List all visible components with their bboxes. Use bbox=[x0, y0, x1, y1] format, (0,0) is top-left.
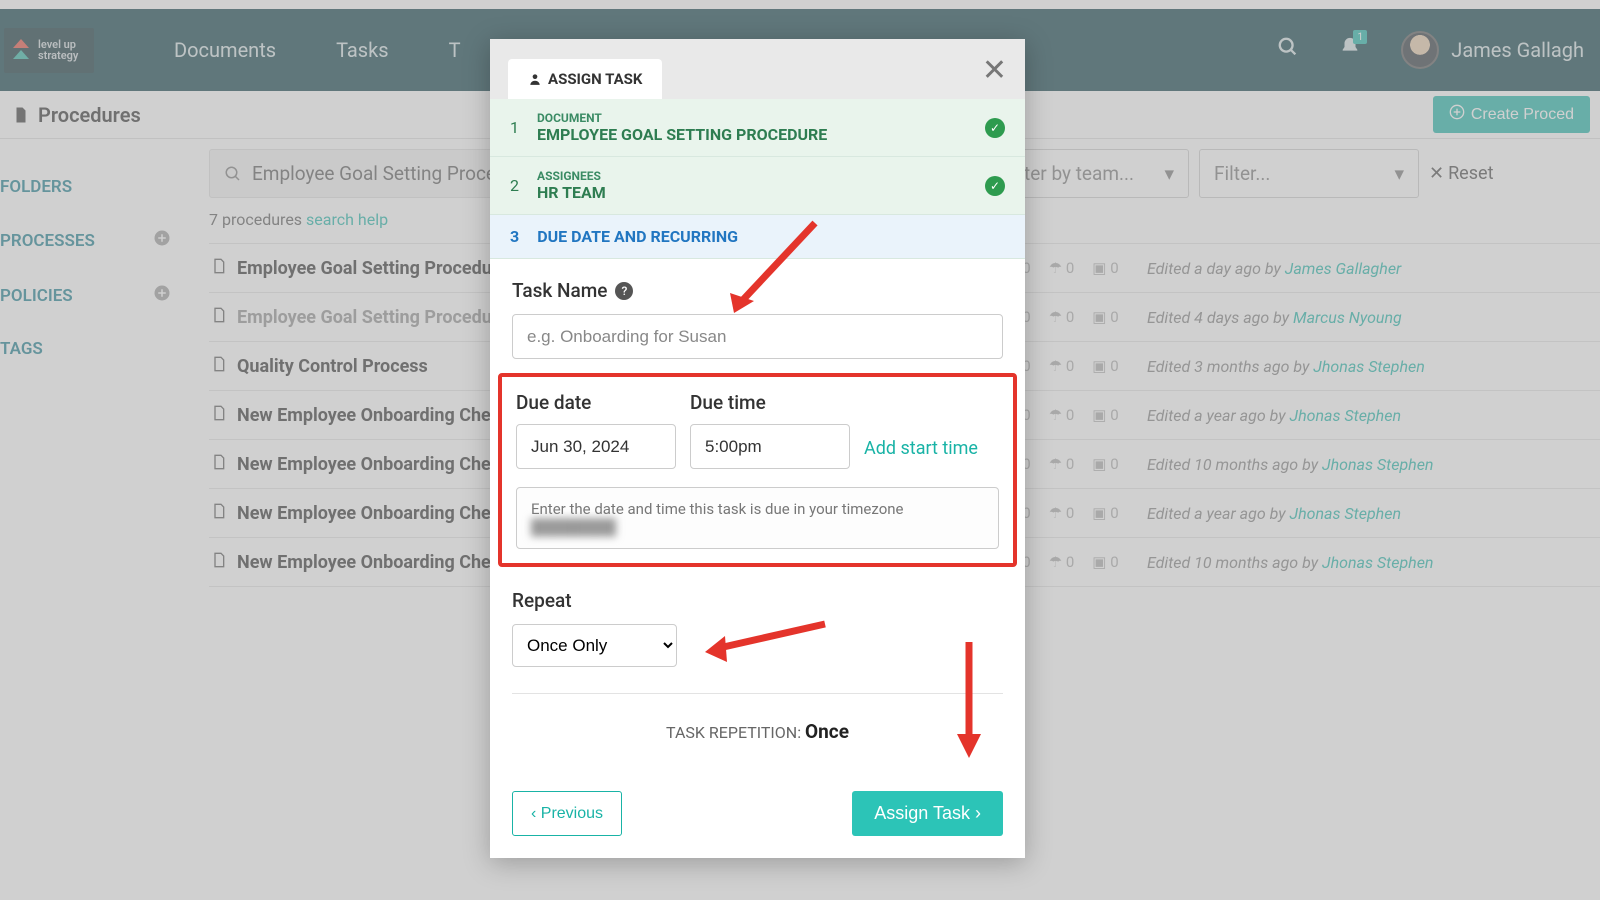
step-label: DOCUMENT bbox=[537, 111, 827, 125]
step-value: HR TEAM bbox=[537, 183, 606, 202]
task-repetition-line: TASK REPETITION: Once bbox=[512, 720, 1003, 743]
check-icon: ✓ bbox=[985, 118, 1005, 138]
step-number: 3 bbox=[510, 227, 519, 246]
repeat-select[interactable]: Once Only bbox=[512, 624, 677, 667]
add-start-time-link[interactable]: Add start time bbox=[864, 438, 978, 459]
step-number: 1 bbox=[510, 118, 519, 137]
modal-tab-assign[interactable]: ASSIGN TASK bbox=[508, 59, 662, 99]
step-label: ASSIGNEES bbox=[537, 169, 606, 183]
modal-tabbar: ASSIGN TASK ✕ bbox=[490, 39, 1025, 99]
timezone-hint: Enter the date and time this task is due… bbox=[516, 487, 999, 549]
due-date-label: Due date bbox=[516, 391, 676, 414]
step-number: 2 bbox=[510, 176, 519, 195]
step-value: DUE DATE AND RECURRING bbox=[537, 227, 738, 246]
due-time-input[interactable] bbox=[690, 424, 850, 469]
step-value: EMPLOYEE GOAL SETTING PROCEDURE bbox=[537, 125, 827, 144]
previous-button[interactable]: ‹ Previous bbox=[512, 791, 622, 836]
task-name-input[interactable] bbox=[512, 314, 1003, 359]
help-icon[interactable]: ? bbox=[615, 282, 633, 300]
step-document[interactable]: 1 DOCUMENT EMPLOYEE GOAL SETTING PROCEDU… bbox=[490, 99, 1025, 157]
task-name-label: Task Name ? bbox=[512, 279, 1003, 302]
step-due-date[interactable]: 3 DUE DATE AND RECURRING bbox=[490, 215, 1025, 259]
due-date-input[interactable] bbox=[516, 424, 676, 469]
annotation-highlight-box: Due date Due time Add start time Enter t… bbox=[498, 373, 1017, 567]
step-assignees[interactable]: 2 ASSIGNEES HR TEAM ✓ bbox=[490, 157, 1025, 215]
person-icon bbox=[528, 72, 542, 86]
close-modal-button[interactable]: ✕ bbox=[982, 53, 1007, 88]
chevron-left-icon: ‹ bbox=[531, 805, 536, 822]
repeat-label: Repeat bbox=[512, 589, 1003, 612]
due-time-label: Due time bbox=[690, 391, 850, 414]
check-icon: ✓ bbox=[985, 176, 1005, 196]
chevron-right-icon: › bbox=[975, 803, 981, 823]
assign-task-button[interactable]: Assign Task › bbox=[852, 791, 1003, 836]
assign-task-modal: ASSIGN TASK ✕ 1 DOCUMENT EMPLOYEE GOAL S… bbox=[490, 39, 1025, 858]
